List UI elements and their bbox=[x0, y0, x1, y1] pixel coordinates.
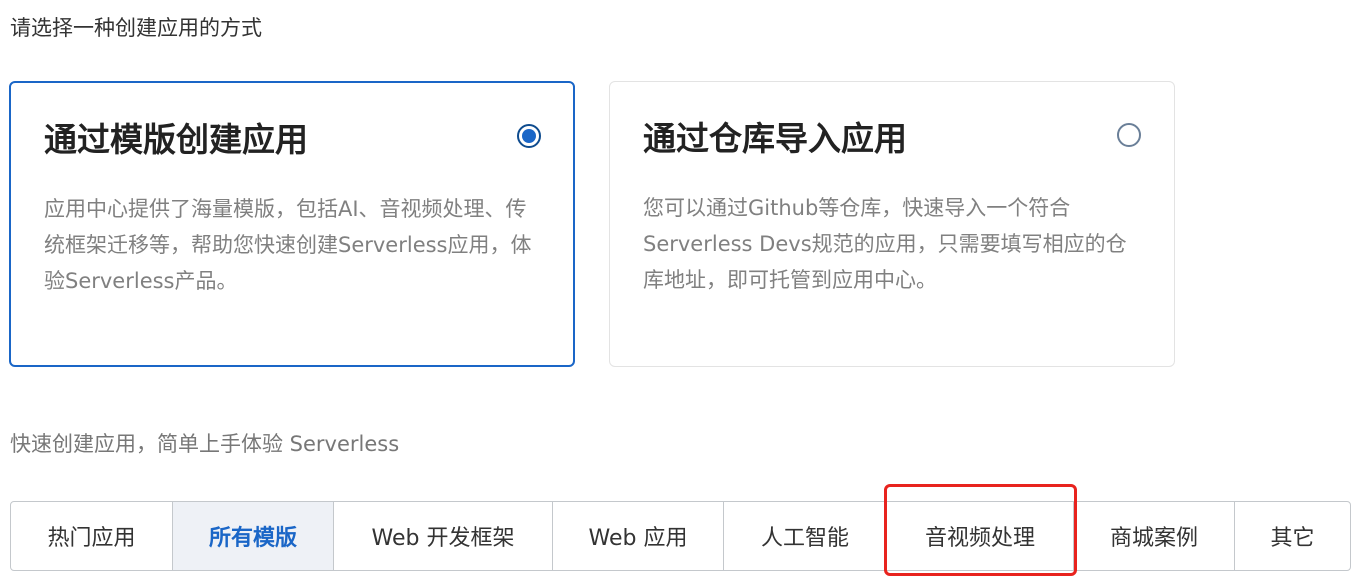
card-import-from-repo[interactable]: 通过仓库导入应用 您可以通过Github等仓库，快速导入一个符合Serverle… bbox=[609, 81, 1175, 367]
card-description: 您可以通过Github等仓库，快速导入一个符合Serverless Devs规范… bbox=[643, 196, 1127, 292]
card-title: 通过仓库导入应用 bbox=[643, 119, 907, 158]
tab-web-frameworks[interactable]: Web 开发框架 bbox=[334, 502, 553, 570]
section-subtitle: 快速创建应用，简单上手体验 Serverless bbox=[10, 432, 400, 456]
category-tabs: 热门应用 所有模版 Web 开发框架 Web 应用 人工智能 音视频处理 商城案… bbox=[10, 501, 1351, 571]
radio-selected-icon[interactable] bbox=[517, 124, 541, 148]
tab-web-apps[interactable]: Web 应用 bbox=[553, 502, 724, 570]
tab-ai[interactable]: 人工智能 bbox=[724, 502, 887, 570]
highlight-box bbox=[884, 484, 1077, 576]
tab-all-templates[interactable]: 所有模版 bbox=[173, 502, 334, 570]
radio-unselected-icon[interactable] bbox=[1117, 123, 1141, 147]
card-description: 应用中心提供了海量模版，包括AI、音视频处理、传统框架迁移等，帮助您快速创建Se… bbox=[44, 197, 532, 293]
tab-other[interactable]: 其它 bbox=[1235, 502, 1350, 570]
tab-ecommerce[interactable]: 商城案例 bbox=[1074, 502, 1235, 570]
card-title: 通过模版创建应用 bbox=[44, 120, 308, 159]
tab-hot-apps[interactable]: 热门应用 bbox=[11, 502, 173, 570]
card-create-from-template[interactable]: 通过模版创建应用 应用中心提供了海量模版，包括AI、音视频处理、传统框架迁移等，… bbox=[9, 81, 575, 367]
page-prompt: 请选择一种创建应用的方式 bbox=[10, 16, 262, 40]
